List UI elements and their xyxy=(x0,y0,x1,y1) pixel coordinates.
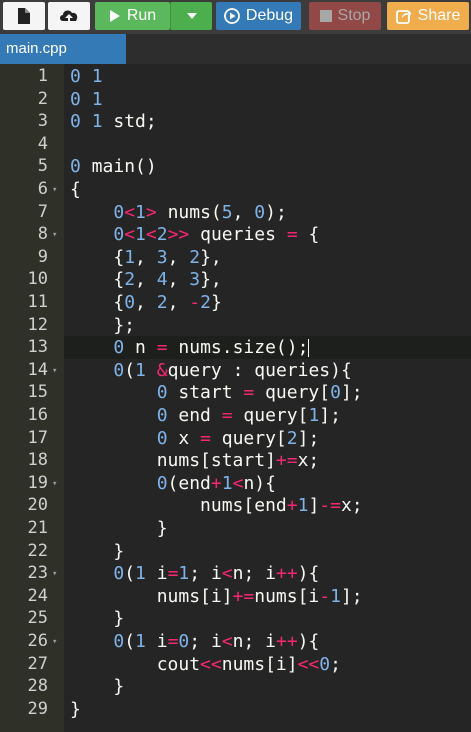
line-number: 1 xyxy=(37,66,48,86)
stop-button[interactable]: Stop xyxy=(309,2,381,30)
fold-toggle-icon[interactable]: ▾ xyxy=(52,479,57,489)
code-line: } xyxy=(70,540,125,562)
line-number: 23 xyxy=(27,563,48,584)
new-file-button[interactable] xyxy=(3,2,45,30)
line-number: 13 xyxy=(27,337,48,358)
code-line: 0 end = query[1]; xyxy=(156,405,341,426)
line-number: 7 xyxy=(37,201,48,222)
line-number: 6 xyxy=(37,179,48,199)
debug-button[interactable]: Debug xyxy=(216,2,301,30)
line-number: 4 xyxy=(37,133,48,154)
code-line: nums[start]+=x; xyxy=(70,450,320,472)
fold-toggle-icon[interactable]: ▾ xyxy=(52,230,57,240)
line-number: 28 xyxy=(27,676,48,697)
line-number: 15 xyxy=(27,382,48,403)
line-number: 16 xyxy=(27,405,48,425)
line-number: 29 xyxy=(27,698,48,719)
line-number: 25 xyxy=(27,608,48,629)
line-number: 2 xyxy=(37,88,48,109)
code-line: {1, 3, 2}, xyxy=(70,246,222,268)
code-line: } xyxy=(70,608,125,630)
stop-icon xyxy=(319,10,332,22)
tab-main-cpp[interactable]: main.cpp xyxy=(0,34,126,64)
code-line: 0 1 std; xyxy=(70,111,157,133)
debug-label: Debug xyxy=(245,7,294,24)
line-number: 3 xyxy=(37,111,48,132)
text-cursor xyxy=(308,339,310,358)
run-dropdown-button[interactable] xyxy=(170,2,212,30)
code-line: } xyxy=(70,676,125,698)
debug-play-circle-icon xyxy=(224,8,240,24)
code-line: {2, 4, 3}, xyxy=(70,269,222,291)
code-line: } xyxy=(70,518,168,539)
line-number: 9 xyxy=(37,246,48,267)
code-line: }; xyxy=(70,314,136,336)
line-number: 18 xyxy=(27,450,48,471)
code-line: 0<1<2>> queries = { xyxy=(113,224,320,246)
share-icon xyxy=(395,10,412,24)
run-label: Run xyxy=(126,7,157,24)
fold-toggle-icon[interactable]: ▾ xyxy=(52,637,57,647)
line-number: 14 xyxy=(27,359,48,380)
code-line: cout<<nums[i]<<0; xyxy=(70,653,341,675)
upload-cloud-icon xyxy=(60,10,78,23)
fold-toggle-icon[interactable]: ▾ xyxy=(52,185,57,195)
run-button[interactable]: Run xyxy=(95,2,170,30)
share-button[interactable]: Share xyxy=(387,2,469,30)
code-line: 0<1> nums(5, 0); xyxy=(113,201,287,223)
code-line: 0 1 xyxy=(70,88,103,110)
code-line: 0 1 xyxy=(70,66,103,87)
code-line: 0 main() xyxy=(70,156,157,178)
toolbar: Run Debug Stop Share xyxy=(0,0,471,34)
line-number: 17 xyxy=(27,427,48,448)
code-editor[interactable]: 1 2 3 4 5 6 ▾ 7 8 ▾ 9 10 11 12 13 14 ▾ 15 16 17 18 19 ▾ 20 21 22 2… xyxy=(0,64,471,732)
caret-down-icon xyxy=(186,13,197,19)
upload-button[interactable] xyxy=(48,2,90,30)
code-line: } xyxy=(70,698,81,720)
fold-toggle-icon[interactable]: ▾ xyxy=(52,569,57,579)
play-icon xyxy=(109,10,120,22)
line-number: 27 xyxy=(27,653,48,674)
line-number: 24 xyxy=(27,585,48,606)
code-line: 0(1 i=1; i<n; i++){ xyxy=(113,563,320,585)
line-number: 5 xyxy=(37,156,48,177)
line-number: 22 xyxy=(27,540,48,561)
tab-bar: main.cpp xyxy=(0,34,471,64)
line-number: 21 xyxy=(27,518,48,538)
line-number: 10 xyxy=(27,269,48,290)
line-number-gutter: 1 2 3 4 5 6 ▾ 7 8 ▾ 9 10 11 12 13 14 ▾ 15 16 17 18 19 ▾ 20 21 22 2… xyxy=(0,64,64,732)
code-line: nums[i]+=nums[i-1]; xyxy=(70,585,363,607)
code-line: 0(end+1<n){ xyxy=(156,472,276,494)
line-number: 8 xyxy=(37,224,48,245)
code-line: 0 x = query[2]; xyxy=(156,427,320,449)
share-label: Share xyxy=(417,7,461,24)
line-number: 19 xyxy=(27,472,48,493)
code-line: 0 n = nums.size(); xyxy=(113,337,310,359)
code-line: nums[end+1]-=x; xyxy=(70,495,363,517)
code-line: 0(1 i=0; i<n; i++){ xyxy=(113,631,320,652)
line-number: 12 xyxy=(27,314,48,335)
line-number: 20 xyxy=(27,495,48,516)
code-line: {0, 2, -2} xyxy=(70,292,222,313)
line-number: 26 xyxy=(27,631,48,651)
stop-label: Stop xyxy=(337,7,371,24)
file-icon xyxy=(18,8,30,24)
fold-toggle-icon[interactable]: ▾ xyxy=(52,366,57,376)
code-line: 0 start = query[0]; xyxy=(156,382,363,404)
code-line: 0(1 &query : queries){ xyxy=(113,359,352,381)
code-line: { xyxy=(70,179,81,200)
line-number: 11 xyxy=(27,292,48,312)
